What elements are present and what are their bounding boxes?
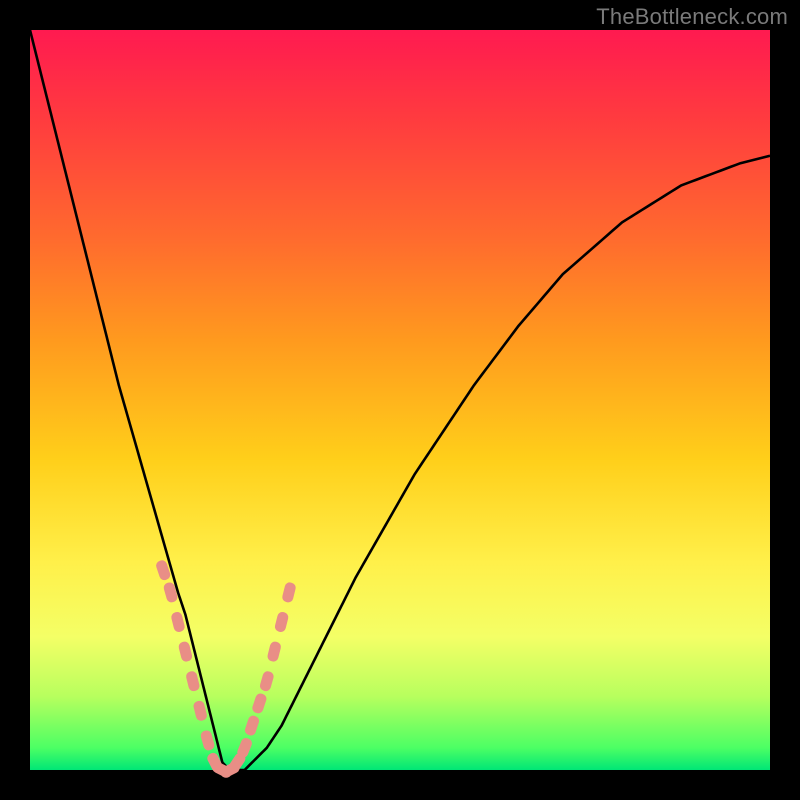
curve-marker <box>178 641 194 663</box>
curve-marker <box>244 714 261 736</box>
curve-marker <box>170 611 186 633</box>
curve-marker <box>192 700 208 722</box>
bottleneck-curve-line <box>30 30 770 770</box>
curve-marker <box>274 611 290 633</box>
curve-marker <box>251 692 268 714</box>
curve-marker <box>266 641 282 663</box>
curve-marker <box>200 729 216 751</box>
chart-container: TheBottleneck.com <box>0 0 800 800</box>
watermark-text: TheBottleneck.com <box>596 4 788 30</box>
curve-markers <box>155 559 297 779</box>
curve-marker <box>281 581 297 603</box>
curve-marker <box>185 670 201 692</box>
curve-marker <box>259 670 275 692</box>
plot-area <box>30 30 770 770</box>
bottleneck-curve-svg <box>30 30 770 770</box>
